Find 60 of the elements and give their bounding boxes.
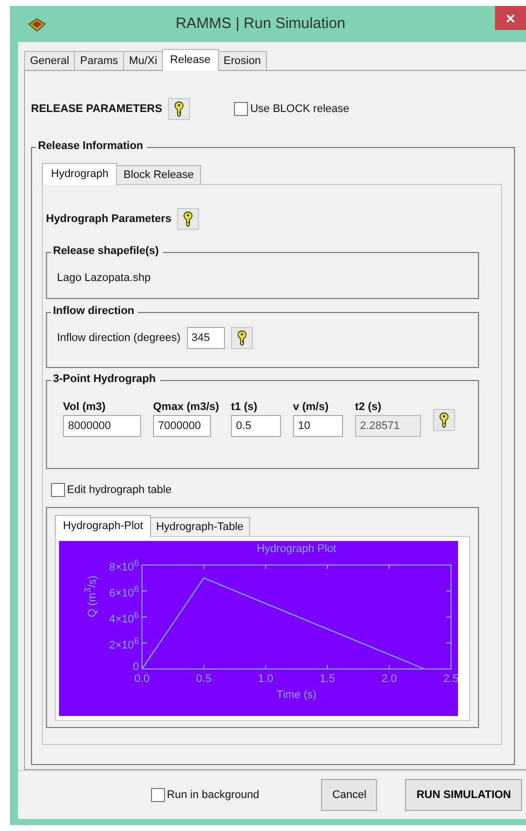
cancel-button[interactable]: Cancel [321, 779, 378, 811]
field-label: t1 (s) [231, 401, 258, 413]
close-icon [506, 14, 515, 22]
axis-title: Time (s) [276, 688, 316, 702]
tick-label: 2.0 [382, 672, 397, 686]
input-field[interactable]: 10 [293, 415, 344, 437]
help-button[interactable] [168, 98, 190, 120]
tab[interactable]: Block Release [116, 165, 201, 184]
close-button[interactable] [494, 6, 526, 30]
help-icon [236, 330, 247, 346]
help-button[interactable] [433, 409, 456, 431]
tick-label: 6×10$^{6}$ [109, 583, 139, 601]
tab[interactable]: Release [162, 49, 219, 71]
tab[interactable]: General [24, 51, 76, 70]
tick-label: 1.5 [320, 672, 336, 686]
tab[interactable]: Hydrograph-Plot [55, 515, 152, 537]
group-title: Inflow direction [51, 305, 138, 317]
tab[interactable]: Hydrograph-Table [150, 517, 250, 536]
section-heading: Hydrograph Parameters [46, 213, 172, 225]
field-label: v (m/s) [293, 401, 330, 413]
tick-label: 0.0 [134, 672, 150, 686]
tick-label: 1.0 [258, 672, 274, 686]
checkbox-label: Edit hydrograph table [67, 484, 172, 496]
tab[interactable]: Params [74, 51, 124, 70]
field-label: Inflow direction (degrees) [57, 332, 181, 344]
help-button[interactable] [230, 327, 253, 349]
tick-label: 0 [132, 660, 139, 674]
tick-label: 4×10$^{6}$ [109, 609, 139, 627]
group-title: Release Information [36, 140, 148, 152]
chart-title: Hydrograph Plot [256, 542, 336, 556]
app-logo-icon [28, 18, 46, 32]
field-label: Vol (m3) [63, 401, 107, 413]
checkbox-label: Use BLOCK release [250, 103, 350, 115]
checkbox-label: Run in background [166, 789, 260, 801]
tick-label: 2.5 [443, 672, 458, 686]
tick-label: 0.5 [196, 672, 212, 686]
file-name: Lago Lazopata.shp [57, 272, 152, 284]
tab[interactable]: Erosion [218, 51, 267, 70]
help-icon [183, 211, 194, 227]
input-field[interactable]: 345 [186, 327, 225, 349]
help-icon [174, 101, 184, 117]
tab[interactable]: Hydrograph [42, 163, 118, 185]
group-title: Release shapefile(s) [51, 245, 163, 257]
tick-label: 8×10$^{6}$ [109, 557, 139, 575]
field-label: t2 (s) [355, 401, 382, 413]
input-field[interactable]: 7000000 [153, 415, 211, 437]
input-field[interactable]: 8000000 [63, 415, 141, 437]
input-field[interactable]: 0.5 [231, 415, 282, 437]
tick-label: 2×10$^{6}$ [109, 635, 139, 653]
help-button[interactable] [177, 208, 200, 230]
help-icon [439, 412, 450, 428]
window-title: RAMMS | Run Simulation [176, 15, 346, 32]
checkbox[interactable] [51, 483, 65, 497]
group-title: 3-Point Hydrograph [51, 373, 160, 385]
checkbox[interactable] [234, 102, 248, 116]
checkbox[interactable] [150, 788, 165, 802]
run-button[interactable]: RUN SIMULATION [405, 779, 522, 811]
section-heading: RELEASE PARAMETERS [31, 103, 162, 115]
tab[interactable]: Mu/Xi [123, 51, 164, 70]
field-label: Qmax (m3/s) [153, 401, 220, 413]
